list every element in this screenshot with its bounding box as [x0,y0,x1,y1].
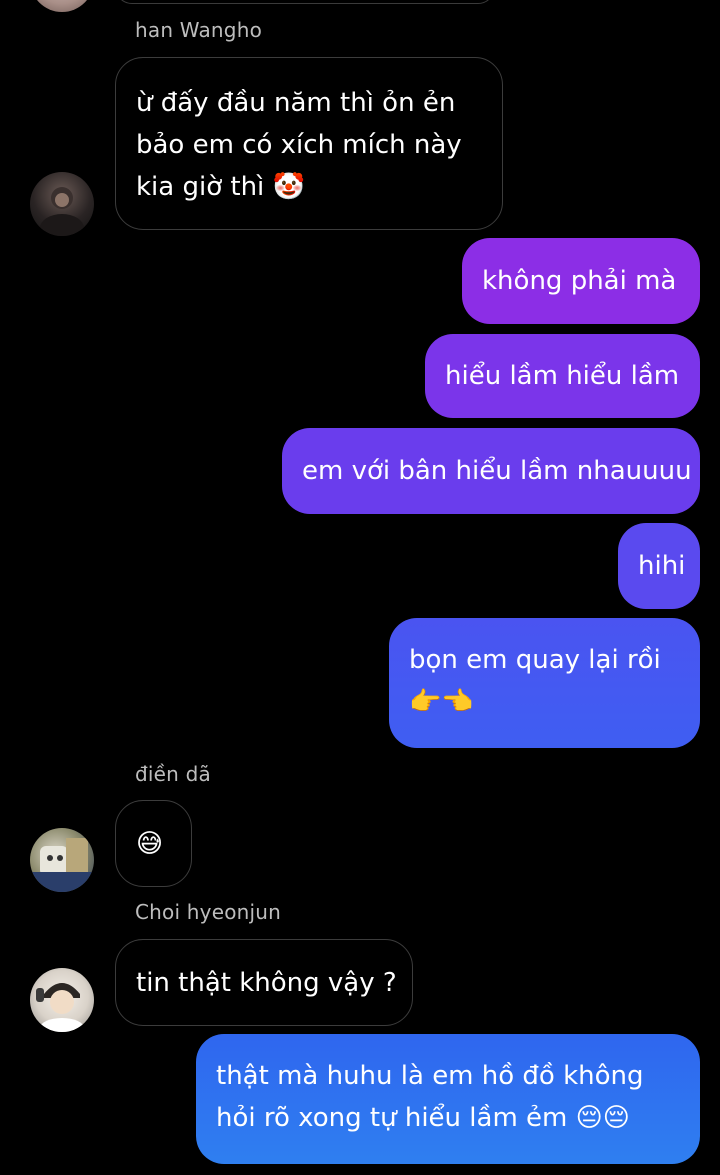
avatar-photo-icon [36,983,84,1032]
message-text: thật mà huhu là em hồ đồ không hỏi rõ xo… [216,1061,644,1133]
avatar[interactable] [30,172,94,236]
message-bubble[interactable]: ừ đấy đầu năm thì ỏn ẻn bảo em có xích m… [115,57,503,230]
message-text: 😅 [136,829,164,859]
message-text: tin thật không vậy ? [136,968,397,998]
sender-name: điền dã [135,762,211,786]
message-text: hihi [638,551,686,581]
message-text: bọn em quay lại rồi 👉👈 [409,645,661,717]
message-bubble-own[interactable]: bọn em quay lại rồi 👉👈 [389,618,700,748]
message-text: hiểu lầm hiểu lầm [445,361,680,391]
message-bubble-own[interactable]: em với bân hiểu lầm nhauuuu [282,428,700,514]
message-bubble-own[interactable]: hiểu lầm hiểu lầm [425,334,700,418]
avatar[interactable] [30,828,94,892]
message-text: ừ đấy đầu năm thì ỏn ẻn bảo em có xích m… [136,88,462,202]
message-bubble[interactable]: 😅 [115,800,192,887]
message-bubble-partial[interactable] [115,0,495,4]
sender-name: Choi hyeonjun [135,900,282,924]
message-bubble-own[interactable]: không phải mà [462,238,700,324]
message-bubble[interactable]: tin thật không vậy ? [115,939,413,1026]
avatar[interactable] [30,968,94,1032]
sender-name: han Wangho [135,18,262,42]
message-bubble-own[interactable]: thật mà huhu là em hồ đồ không hỏi rõ xo… [196,1034,700,1164]
avatar-photo-icon [40,187,84,236]
avatar-partial[interactable] [30,0,94,12]
avatar-photo-icon [32,838,92,892]
message-text: không phải mà [482,266,677,296]
message-bubble-own[interactable]: hihi [618,523,700,609]
message-text: em với bân hiểu lầm nhauuuu [302,456,692,486]
